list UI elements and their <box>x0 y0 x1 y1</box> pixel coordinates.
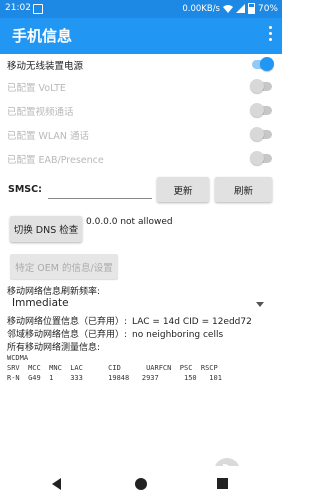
neighbor-cell-key: 邻域移动网络信息（已弃用）: <box>7 330 128 340</box>
radio-power-switch[interactable] <box>250 57 274 71</box>
dropdown-arrow-icon <box>256 302 264 307</box>
dns-check-result: 0.0.0.0 not allowed <box>86 217 173 227</box>
neighbor-cell-value: no neighboring cells <box>132 330 224 340</box>
toggle-label: 已配置 VoLTE <box>7 83 66 94</box>
measure-line: R-N G49 1 333 19848 2937 150 101 <box>7 374 222 382</box>
eab-presence-switch[interactable] <box>250 151 274 165</box>
toggle-row-volte: 已配置 VoLTE <box>7 76 277 96</box>
page-title: 手机信息 <box>12 27 73 45</box>
cell-location-value: LAC = 14d CID = 12edd72 <box>132 317 252 327</box>
back-icon[interactable] <box>52 478 61 490</box>
recent-apps-icon[interactable] <box>217 478 228 489</box>
video-call-switch[interactable] <box>250 103 274 117</box>
battery-icon <box>247 3 255 14</box>
app-bar: 手机信息 <box>0 18 282 54</box>
status-bar: 21:02 0.00KB/s 70% <box>0 0 282 18</box>
network-speed: 0.00KB/s <box>182 3 220 14</box>
toggle-dns-check-button[interactable]: 切换 DNS 检查 <box>10 216 82 242</box>
toggle-row-radio-power: 移动无线装置电源 <box>7 54 277 74</box>
cell-location-info: 移动网络位置信息（已弃用）: LAC = 14d CID = 12edd72 <box>7 314 252 327</box>
toggle-label: 已配置视频通话 <box>7 107 74 118</box>
neighbor-cell-info: 邻域移动网络信息（已弃用）: no neighboring cells <box>7 327 223 340</box>
navigation-bar <box>0 466 282 500</box>
status-time: 21:02 <box>5 3 31 13</box>
wifi-icon <box>222 5 233 13</box>
toggle-row-eab: 已配置 EAB/Presence <box>7 148 277 168</box>
smsc-label: SMSC: <box>8 184 42 195</box>
toggle-label: 已配置 EAB/Presence <box>7 155 104 166</box>
oem-info-button[interactable]: 特定 OEM 的信息/设置 <box>10 254 118 279</box>
smsc-input[interactable] <box>48 178 152 199</box>
wlan-call-switch[interactable] <box>250 127 274 141</box>
toggle-row-video-call: 已配置视频通话 <box>7 100 277 120</box>
refresh-rate-value: Immediate <box>12 297 69 309</box>
home-icon[interactable] <box>135 478 147 490</box>
smsc-refresh-button[interactable]: 刷新 <box>215 177 272 202</box>
overflow-menu-icon[interactable] <box>267 26 273 46</box>
toggle-row-wlan-call: 已配置 WLAN 通话 <box>7 124 277 144</box>
measure-line: SRV MCC MNC LAC CID UARFCN PSC RSCP <box>7 364 218 372</box>
all-cell-measurements-label: 所有移动网络测量信息: <box>7 340 100 353</box>
measure-line: WCDMA <box>7 354 29 362</box>
toggle-label: 移动无线装置电源 <box>7 61 84 72</box>
signal-icon <box>235 4 245 13</box>
all-cell-key: 所有移动网络测量信息: <box>7 343 101 353</box>
toggle-label: 已配置 WLAN 通话 <box>7 131 90 142</box>
refresh-rate-select[interactable]: Immediate <box>12 296 264 314</box>
image-notification-icon <box>33 4 43 14</box>
battery-percent: 70% <box>257 3 278 14</box>
cell-location-key: 移动网络位置信息（已弃用）: <box>7 317 128 327</box>
volte-switch[interactable] <box>250 79 274 93</box>
status-right: 0.00KB/s 70% <box>182 3 278 14</box>
smsc-update-button[interactable]: 更新 <box>157 177 209 202</box>
